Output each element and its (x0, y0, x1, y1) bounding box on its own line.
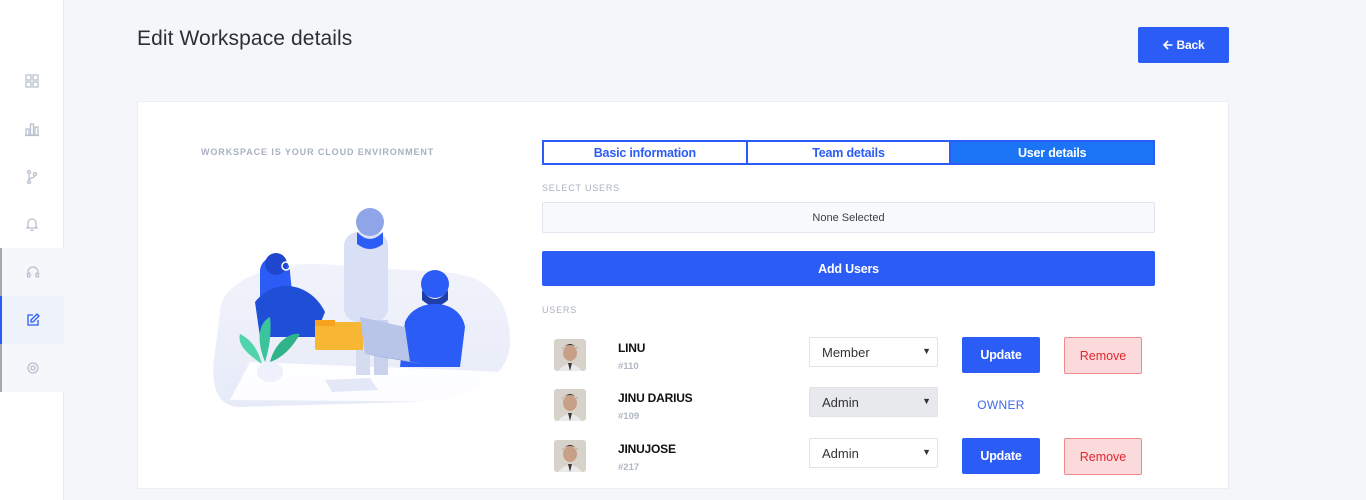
sidebar-item-edit-workspace[interactable] (0, 296, 64, 344)
select-users-label: SELECT USERS (542, 183, 620, 193)
user-id: #217 (618, 462, 640, 473)
team-illustration (213, 208, 510, 407)
tab-user-details[interactable]: User details (949, 142, 1154, 163)
bar-chart-icon (25, 123, 39, 137)
sidebar-item-notifications[interactable] (0, 200, 64, 248)
remove-button[interactable]: Remove (1064, 337, 1142, 374)
update-button[interactable]: Update (962, 438, 1040, 474)
add-users-button[interactable]: Add Users (542, 251, 1155, 286)
bell-icon (25, 218, 39, 232)
users-label: USERS (542, 305, 578, 315)
page-title: Edit Workspace details (137, 27, 353, 50)
sidebar-item-branches[interactable] (0, 153, 64, 201)
headset-icon (26, 266, 40, 278)
settings-icon (27, 362, 39, 374)
user-id: #110 (618, 361, 639, 372)
avatar (554, 339, 586, 371)
grid-icon (25, 74, 39, 88)
sidebar (0, 0, 64, 500)
user-photo-icon (554, 389, 586, 421)
back-button-label: Back (1176, 38, 1205, 52)
user-row: LINU #110 Member ▼ Update Remove (542, 337, 1155, 377)
edit-icon (27, 313, 40, 326)
illustration-caption: WORKSPACE IS YOUR CLOUD ENVIRONMENT (201, 147, 435, 157)
role-value: Member (822, 344, 870, 360)
git-branch-icon (26, 169, 38, 185)
role-select[interactable]: Member ▼ (809, 337, 938, 367)
workspace-tabs: Basic information Team details User deta… (542, 140, 1155, 165)
sidebar-item-analytics[interactable] (0, 105, 64, 153)
remove-button[interactable]: Remove (1064, 438, 1142, 475)
select-users-dropdown[interactable]: None Selected (542, 202, 1155, 233)
user-name: JINUJOSE (618, 442, 676, 456)
user-row: JINUJOSE #217 Admin ▼ Update Remove (542, 438, 1155, 478)
owner-badge: OWNER (977, 398, 1025, 412)
avatar (554, 389, 586, 421)
user-row: JINU DARIUS #109 Admin ▼ OWNER (542, 387, 1155, 427)
chevron-down-icon: ▼ (922, 447, 931, 457)
user-photo-icon (554, 339, 586, 371)
back-button[interactable]: Back (1138, 27, 1229, 63)
avatar (554, 440, 586, 472)
workspace-card: WORKSPACE IS YOUR CLOUD ENVIRONMENT Basi… (137, 101, 1229, 489)
tab-team-details[interactable]: Team details (745, 142, 950, 163)
user-photo-icon (554, 440, 586, 472)
user-name: JINU DARIUS (618, 391, 693, 405)
role-value: Admin (822, 394, 859, 410)
sidebar-item-support[interactable] (0, 248, 64, 296)
sidebar-item-settings[interactable] (0, 344, 64, 392)
arrow-left-icon (1162, 40, 1173, 50)
update-button[interactable]: Update (962, 337, 1040, 373)
sidebar-item-dashboard[interactable] (0, 57, 64, 105)
user-id: #109 (618, 411, 640, 422)
role-value: Admin (822, 445, 859, 461)
user-name: LINU (618, 341, 646, 355)
tab-basic-information[interactable]: Basic information (544, 142, 746, 163)
role-select[interactable]: Admin ▼ (809, 438, 938, 468)
chevron-down-icon: ▼ (922, 346, 931, 356)
chevron-down-icon: ▼ (922, 396, 931, 406)
role-select: Admin ▼ (809, 387, 938, 417)
